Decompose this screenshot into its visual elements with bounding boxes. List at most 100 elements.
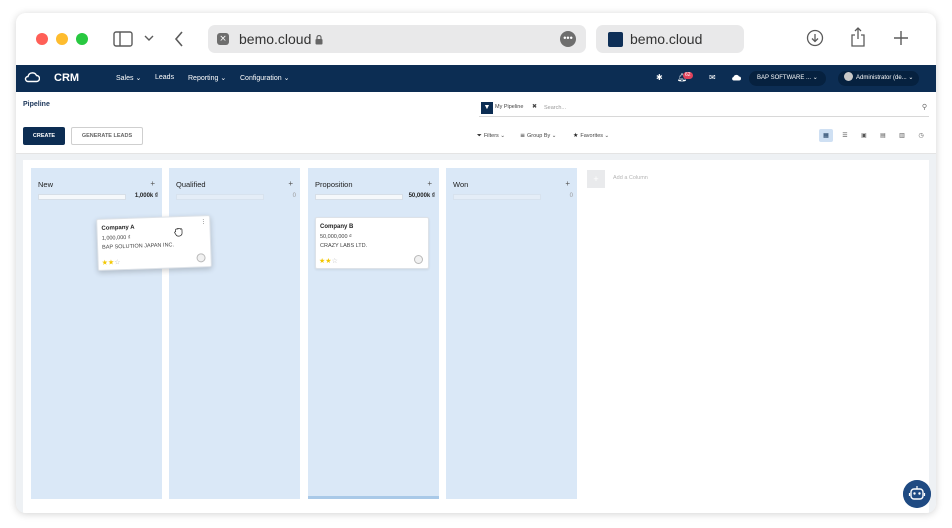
star-outline-icon[interactable]: ☆	[332, 257, 338, 265]
list-icon: ≡	[520, 132, 526, 139]
kanban-view-icon[interactable]: ▦	[819, 129, 833, 142]
maximize-window-button[interactable]	[76, 33, 88, 45]
column-sum: 0	[569, 193, 573, 199]
groupby-dropdown[interactable]: ≡ Group By ⌄	[520, 132, 556, 139]
chevron-down-icon: ⌄	[604, 133, 610, 139]
menu-configuration-label: Configuration	[240, 75, 282, 82]
app-brand[interactable]: CRM	[54, 72, 79, 84]
column-title: Qualified	[176, 180, 206, 189]
add-column-label[interactable]: Add a Column	[613, 175, 648, 181]
menu-reporting-label: Reporting	[188, 75, 219, 82]
star-outline-icon[interactable]: ☆	[114, 258, 121, 266]
menu-reporting[interactable]: Reporting ⌄	[188, 74, 226, 82]
url-host: bemo.cloud	[239, 31, 312, 47]
menu-leads[interactable]: Leads	[155, 74, 174, 81]
filters-dropdown[interactable]: ⏷ Filters ⌄	[477, 132, 505, 140]
card-menu-icon[interactable]: ⋮	[200, 218, 206, 225]
menu-sales-label: Sales	[116, 75, 134, 82]
chevron-down-icon: ⌄	[135, 75, 142, 82]
download-icon[interactable]	[806, 29, 824, 47]
activity-view-icon[interactable]: ◷	[914, 129, 928, 142]
close-window-button[interactable]	[36, 33, 48, 45]
priority-stars[interactable]: ★★☆	[319, 257, 338, 265]
notification-badge: 62	[683, 72, 693, 79]
company-name: BAP SOFTWARE ...	[757, 75, 812, 81]
avatar	[196, 253, 206, 263]
menu-configuration[interactable]: Configuration ⌄	[240, 74, 289, 82]
bug-icon[interactable]: ✱	[656, 73, 663, 82]
chatbot-icon[interactable]	[903, 480, 931, 508]
card-amount: 1,000,000 ₫	[101, 234, 131, 242]
add-column-icon[interactable]: +	[587, 170, 605, 188]
message-icon[interactable]: ✉	[709, 73, 716, 82]
chevron-down-icon: ⌄	[812, 75, 818, 81]
priority-stars[interactable]: ★★☆	[102, 258, 121, 267]
new-tab-icon[interactable]	[894, 31, 908, 45]
column-title: New	[38, 180, 54, 189]
list-view-icon[interactable]: ☰	[838, 129, 852, 142]
filters-label: Filters	[483, 133, 499, 139]
column-title: Won	[453, 180, 469, 189]
groupby-label: Group By	[527, 133, 551, 139]
kanban-column-won: Won + 0	[446, 168, 577, 499]
star-icon: ★	[573, 132, 579, 139]
chevron-down-icon: ⌄	[551, 133, 557, 139]
kanban-column-proposition: Proposition + 50,000k ₫ Company B 50,000…	[308, 168, 439, 499]
search-facet: My Pipeline	[495, 104, 524, 110]
column-drop-indicator	[308, 496, 439, 499]
app-navbar: CRM Sales ⌄ Leads Reporting ⌄ Configurat…	[16, 65, 936, 92]
lock-icon	[315, 34, 323, 45]
chevron-down-icon: ⌄	[283, 75, 290, 82]
back-arrow-icon[interactable]	[174, 31, 184, 47]
column-progress-bar	[453, 194, 541, 200]
card-amount: 50,000,000 ₫	[320, 234, 352, 240]
kanban-area: New + 1,000k ₫ Qualified + 0 Proposition…	[23, 160, 929, 513]
browser-toolbar: × bemo.cloud ••• bemo.cloud	[16, 13, 936, 65]
address-bar[interactable]: × bemo.cloud •••	[208, 25, 586, 53]
card-title: Company A	[101, 224, 135, 232]
filter-icon: ▼	[481, 102, 493, 114]
cloud-logo-icon[interactable]	[24, 71, 40, 83]
sidebar-toggle-icon[interactable]	[113, 31, 133, 47]
user-menu[interactable]: Administrator (de... ⌄	[838, 71, 920, 86]
browser-tab[interactable]: bemo.cloud	[596, 25, 744, 53]
search-icon[interactable]: ⚲	[922, 103, 927, 111]
column-title: Proposition	[315, 180, 353, 189]
quick-create-icon[interactable]: +	[150, 179, 155, 188]
share-icon[interactable]	[850, 27, 866, 47]
kanban-card-company-b[interactable]: Company B 50,000,000 ₫ CRAZY LABS LTD. ★…	[315, 217, 429, 269]
chevron-down-icon: ⌄	[908, 75, 914, 81]
menu-leads-label: Leads	[155, 74, 175, 81]
column-sum: 50,000k ₫	[408, 193, 435, 199]
favorites-label: Favorites	[580, 133, 604, 139]
quick-create-icon[interactable]: +	[288, 179, 293, 188]
column-sum: 0	[292, 193, 296, 199]
kanban-card-company-a[interactable]: Company A 1,000,000 ₫ BAP SOLUTION JAPAN…	[96, 215, 212, 271]
chevron-down-icon[interactable]	[144, 35, 154, 42]
create-button[interactable]: CREATE	[23, 127, 65, 145]
pivot-view-icon[interactable]: ▤	[876, 129, 890, 142]
funnel-icon: ⏷	[477, 132, 482, 139]
quick-create-icon[interactable]: +	[427, 179, 432, 188]
favorites-dropdown[interactable]: ★ Favorites ⌄	[573, 132, 609, 139]
breadcrumb: Pipeline	[23, 101, 50, 108]
search-bar[interactable]: ▼ My Pipeline ✖ ⚲	[479, 100, 929, 117]
cloud-icon[interactable]	[731, 74, 741, 81]
menu-sales[interactable]: Sales ⌄	[116, 74, 141, 82]
close-tab-icon[interactable]: ×	[217, 33, 229, 45]
remove-facet-icon[interactable]: ✖	[532, 103, 537, 110]
company-switcher[interactable]: BAP SOFTWARE ... ⌄	[749, 71, 826, 86]
card-title: Company B	[320, 224, 354, 230]
chevron-down-icon: ⌄	[500, 133, 505, 139]
generate-leads-button[interactable]: GENERATE LEADS	[71, 127, 143, 145]
quick-create-icon[interactable]: +	[565, 179, 570, 188]
search-input[interactable]	[544, 102, 904, 114]
card-partner: CRAZY LABS LTD.	[320, 243, 368, 249]
user-name: Administrator (de...	[856, 75, 907, 81]
kanban-board: New + 1,000k ₫ Qualified + 0 Proposition…	[16, 154, 936, 513]
more-options-icon[interactable]: •••	[560, 31, 576, 47]
calendar-view-icon[interactable]: ▣	[857, 129, 871, 142]
minimize-window-button[interactable]	[56, 33, 68, 45]
graph-view-icon[interactable]: ▥	[895, 129, 909, 142]
browser-window: × bemo.cloud ••• bemo.cloud CRM Sales ⌄ …	[16, 13, 936, 513]
